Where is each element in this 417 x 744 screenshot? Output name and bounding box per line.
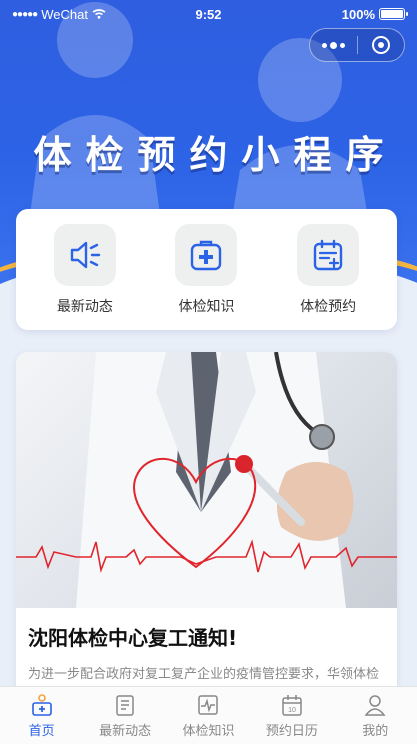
more-button[interactable] xyxy=(310,41,357,49)
tab-label-profile: 我的 xyxy=(362,724,389,739)
menu-icon-box xyxy=(175,223,238,286)
medical-kit-icon xyxy=(191,240,222,270)
tab-home[interactable]: 首页 xyxy=(0,692,83,739)
tab-label-news: 最新动态 xyxy=(99,724,152,739)
home-medical-icon xyxy=(29,692,55,718)
status-bar: ●●●●● WeChat 9:52 100% xyxy=(0,0,417,28)
calendar-icon: 10 xyxy=(279,692,305,718)
battery-icon xyxy=(379,8,408,20)
news-icon xyxy=(112,692,138,718)
menu-label-knowledge: 体检知识 xyxy=(178,298,235,315)
news-description: 为进一步配合政府对复工复产企业的疫情管控要求，华领体检于2020年4月21日复工… xyxy=(28,667,385,691)
hero-title: 体检预约小程序 xyxy=(33,133,398,177)
menu-item-knowledge[interactable]: 体检知识 xyxy=(156,223,256,316)
battery-percent: 100% xyxy=(341,6,375,22)
status-right: 100% xyxy=(341,6,408,22)
tab-profile[interactable]: 我的 xyxy=(334,692,417,739)
tab-calendar[interactable]: 10 预约日历 xyxy=(250,692,333,739)
pulse-icon xyxy=(195,692,221,718)
status-left: ●●●●● WeChat xyxy=(12,7,106,22)
close-miniprogram-button[interactable] xyxy=(358,36,405,54)
speaker-icon xyxy=(70,241,101,268)
svg-text:10: 10 xyxy=(288,707,296,714)
quick-menu: 最新动态 体检知识 体检预约 xyxy=(16,209,397,330)
menu-label-booking: 体检预约 xyxy=(300,298,357,315)
calendar-add-icon xyxy=(313,239,343,270)
doctor-heart-illustration xyxy=(16,352,397,608)
carrier-label: WeChat xyxy=(41,6,88,22)
wifi-icon xyxy=(92,9,106,19)
signal-icon: ●●●●● xyxy=(12,8,38,20)
tab-bar: 首页 最新动态 体检知识 10 预约日历 我的 xyxy=(0,686,417,744)
close-target-icon xyxy=(371,36,390,54)
tab-label-home: 首页 xyxy=(28,724,55,739)
menu-icon-box xyxy=(297,223,360,286)
user-icon xyxy=(362,692,388,718)
tab-knowledge[interactable]: 体检知识 xyxy=(167,692,250,739)
news-title: 沈阳体检中心复工通知! xyxy=(28,626,238,650)
menu-label-news: 最新动态 xyxy=(56,298,113,315)
miniprogram-capsule xyxy=(309,28,405,62)
news-image xyxy=(16,352,397,608)
news-card[interactable]: 沈阳体检中心复工通知! 为进一步配合政府对复工复产企业的疫情管控要求，华领体检于… xyxy=(16,352,397,712)
menu-item-booking[interactable]: 体检预约 xyxy=(278,223,378,316)
tab-news[interactable]: 最新动态 xyxy=(84,692,167,739)
tab-label-calendar: 预约日历 xyxy=(265,724,318,739)
tab-label-knowledge: 体检知识 xyxy=(182,724,235,739)
menu-item-news[interactable]: 最新动态 xyxy=(35,223,135,316)
menu-icon-box xyxy=(53,223,116,286)
